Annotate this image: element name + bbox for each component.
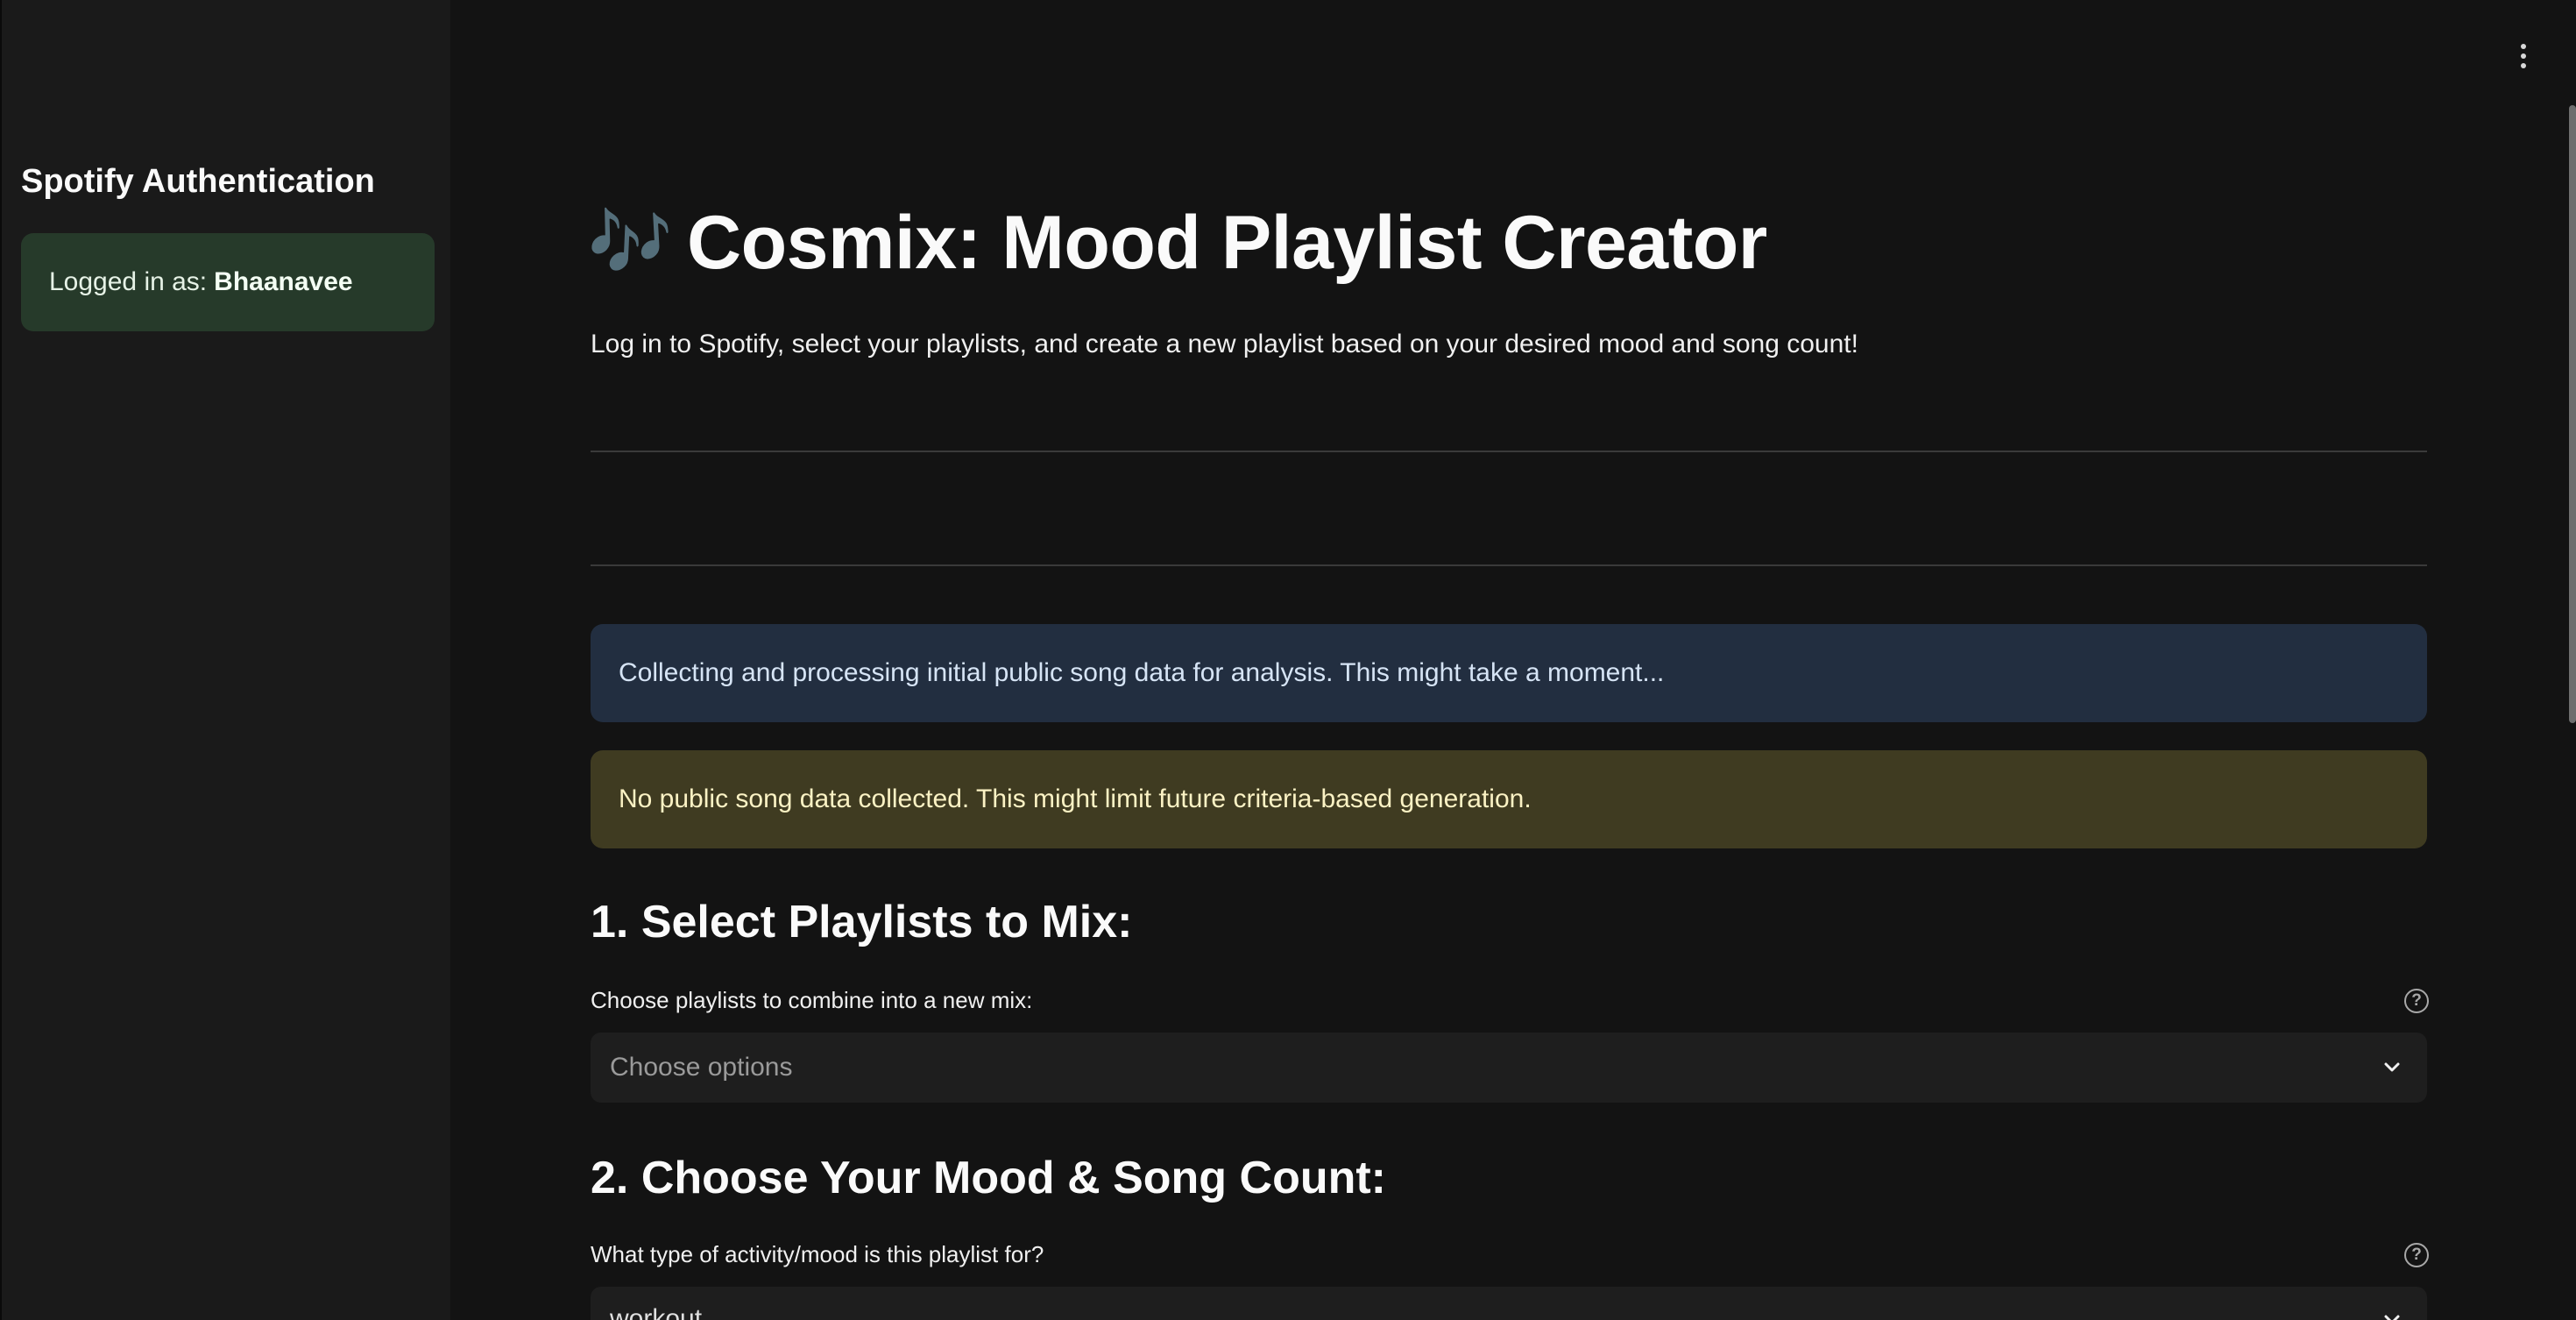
app-window: Spotify Authentication Logged in as: Bha… [0, 0, 2576, 1320]
playlists-multiselect[interactable]: Choose options [591, 1033, 2427, 1103]
warning-alert-text: No public song data collected. This migh… [619, 784, 1532, 813]
warning-alert: No public song data collected. This migh… [591, 750, 2427, 848]
main-content: 🎶 Cosmix: Mood Playlist Creator Log in t… [587, 0, 2429, 1320]
help-icon[interactable]: ? [2404, 988, 2429, 1013]
scrollbar[interactable] [2569, 105, 2576, 723]
chevron-down-icon[interactable] [2376, 1304, 2408, 1320]
mood-selected-value: workout [610, 1304, 703, 1320]
kebab-menu-icon[interactable] [2506, 39, 2541, 74]
mood-field-label: What type of activity/mood is this playl… [591, 1241, 2429, 1268]
info-alert: Collecting and processing initial public… [591, 624, 2427, 722]
page-title: Cosmix: Mood Playlist Creator [687, 201, 1767, 285]
playlists-label-text: Choose playlists to combine into a new m… [591, 987, 1033, 1013]
divider [591, 564, 2427, 566]
page-subtitle: Log in to Spotify, select your playlists… [591, 330, 1858, 358]
login-username: Bhaanavee [214, 267, 353, 296]
sidebar: Spotify Authentication Logged in as: Bha… [0, 0, 450, 1320]
sidebar-title: Spotify Authentication [21, 163, 375, 200]
section-title-mood-count: 2. Choose Your Mood & Song Count: [591, 1153, 1386, 1203]
title-row: 🎶 Cosmix: Mood Playlist Creator [587, 200, 1767, 287]
info-alert-text: Collecting and processing initial public… [619, 658, 1665, 687]
playlists-placeholder: Choose options [610, 1053, 793, 1082]
login-status-box: Logged in as: Bhaanavee [21, 233, 435, 331]
divider [591, 451, 2427, 452]
chevron-down-icon[interactable] [2376, 1052, 2408, 1083]
mood-select[interactable]: workout [591, 1287, 2427, 1320]
musical-notes-icon: 🎶 [587, 203, 673, 282]
mood-label-text: What type of activity/mood is this playl… [591, 1241, 1044, 1267]
help-icon[interactable]: ? [2404, 1242, 2429, 1267]
section-title-select-playlists: 1. Select Playlists to Mix: [591, 897, 1133, 947]
playlists-field-label: Choose playlists to combine into a new m… [591, 987, 2429, 1014]
login-prefix: Logged in as: [49, 267, 208, 296]
